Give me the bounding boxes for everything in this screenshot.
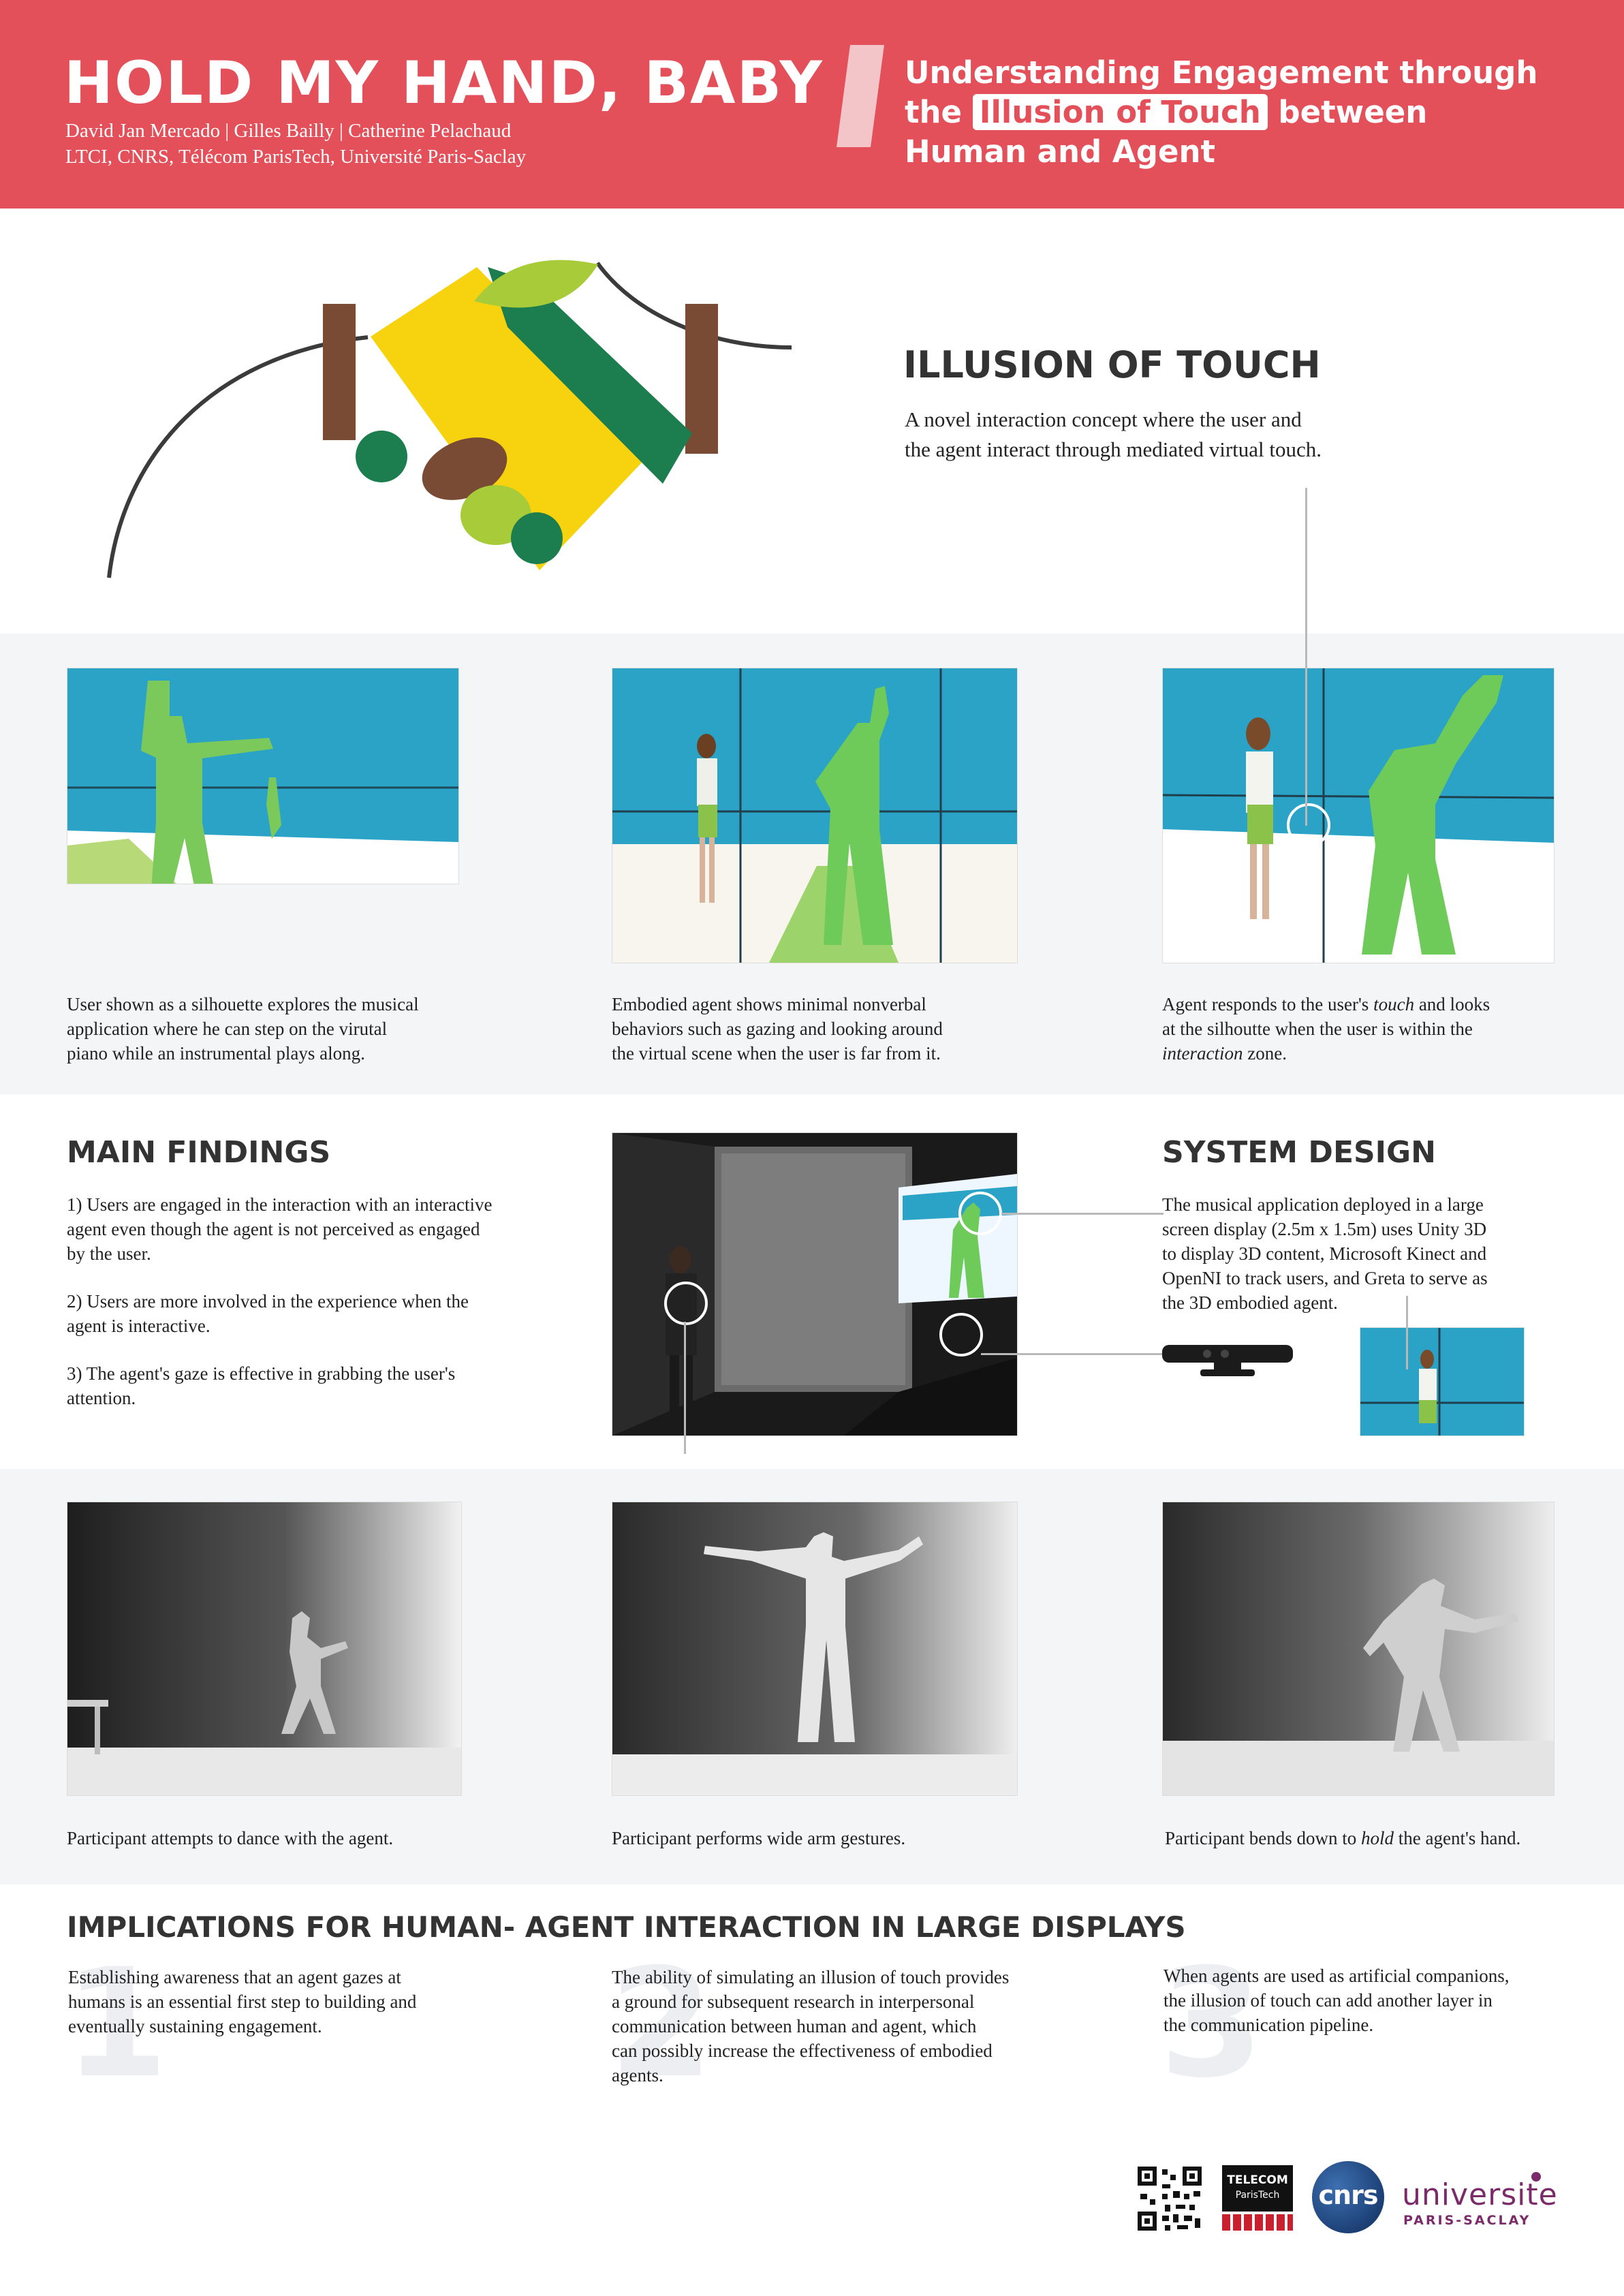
caption-em: hold <box>1360 1828 1394 1848</box>
subtitle-line-1: Understanding Engagement through <box>905 55 1538 91</box>
illusion-text: A novel interaction concept where the us… <box>905 405 1322 465</box>
illusion-heading: ILLUSION OF TOUCH <box>903 343 1321 386</box>
caption-line: Embodied agent shows minimal nonverbal <box>612 994 926 1014</box>
implication-line: a ground for subsequent research in inte… <box>612 1991 975 2012</box>
connector-line <box>684 1322 686 1454</box>
finding-line: 1) Users are engaged in the interaction … <box>67 1194 493 1215</box>
depth-caption-2: Participant performs wide arm gestures. <box>612 1828 906 1848</box>
finding-line: 3) The agent's gaze is effective in grab… <box>67 1363 456 1384</box>
system-text: The musical application deployed in a la… <box>1162 1192 1488 1315</box>
affiliation: LTCI, CNRS, Télécom ParisTech, Universit… <box>65 146 527 168</box>
caption-line: the virtual scene when the user is far f… <box>612 1043 941 1064</box>
screen-photo-1 <box>67 668 459 884</box>
implication-1: Establishing awareness that an agent gaz… <box>68 1965 416 2038</box>
implication-line: humans is an essential first step to bui… <box>68 1991 417 2012</box>
logo-text: cnrs <box>1318 2180 1379 2210</box>
caption-line: at the silhoutte when the user is within… <box>1162 1019 1473 1039</box>
caption-text: Participant bends down to <box>1165 1828 1361 1848</box>
screen-caption-1: User shown as a silhouette explores the … <box>67 992 419 1066</box>
connector-line <box>981 1353 1164 1355</box>
depth-caption-3: Participant bends down to hold the agent… <box>1165 1826 1520 1850</box>
implication-line: can possibly increase the effectiveness … <box>612 2041 993 2061</box>
implication-3: When agents are used as artificial compa… <box>1164 1964 1510 2037</box>
subtitle-highlight: Illusion of Touch <box>972 94 1268 130</box>
depth-photo-1 <box>67 1502 462 1796</box>
depth-photo-2 <box>612 1502 1018 1796</box>
poster-title: HOLD MY HAND, BABY <box>64 49 824 117</box>
logo-block <box>1222 2165 1293 2212</box>
illusion-text-line: the agent interact through mediated virt… <box>905 437 1322 461</box>
caption-text: zone. <box>1243 1043 1287 1064</box>
cnrs-logo: cnrs <box>1312 2161 1384 2233</box>
system-line: to display 3D content, Microsoft Kinect … <box>1162 1243 1487 1264</box>
slash-mark <box>837 45 884 147</box>
caption-line: behaviors such as gazing and looking aro… <box>612 1019 943 1039</box>
finding-2: 2) Users are more involved in the experi… <box>67 1289 469 1338</box>
caption-em: touch <box>1373 994 1415 1014</box>
finding-line: agent even though the agent is not perce… <box>67 1219 480 1239</box>
screen-photo-2 <box>612 668 1018 963</box>
illusion-text-line: A novel interaction concept where the us… <box>905 407 1302 431</box>
room-photo <box>612 1132 1018 1436</box>
caption-line: interaction zone. <box>1162 1041 1490 1066</box>
system-line: screen display (2.5m x 1.5m) uses Unity … <box>1162 1219 1487 1239</box>
implication-line: the illusion of touch can add another la… <box>1164 1990 1493 2011</box>
system-line: The musical application deployed in a la… <box>1162 1194 1484 1215</box>
finding-line: by the user. <box>67 1243 151 1264</box>
logo-text: ParisTech <box>1235 2190 1280 2201</box>
connector-line <box>1305 488 1307 826</box>
findings-heading: MAIN FINDINGS <box>67 1135 331 1170</box>
hands-illustration <box>107 260 792 578</box>
implication-line: When agents are used as artificial compa… <box>1164 1966 1510 1986</box>
implication-line: The ability of simulating an illusion of… <box>612 1967 1010 1987</box>
system-heading: SYSTEM DESIGN <box>1162 1135 1436 1170</box>
system-line: the 3D embodied agent. <box>1162 1292 1338 1313</box>
depth-photo-3 <box>1162 1502 1555 1796</box>
authors: David Jan Mercado | Gilles Bailly | Cath… <box>65 120 512 142</box>
screen-photo-3 <box>1162 668 1555 963</box>
screen-caption-3: Agent responds to the user's touch and l… <box>1162 992 1490 1066</box>
implication-line: communication between human and agent, w… <box>612 2016 977 2036</box>
caption-text: Agent responds to the user's <box>1162 994 1374 1014</box>
implication-line: the communication pipeline. <box>1164 2015 1374 2035</box>
connector-line <box>1001 1213 1164 1215</box>
paris-saclay-logo-text: PARIS-SACLAY <box>1403 2213 1531 2228</box>
caption-line: User shown as a silhouette explores the … <box>67 994 419 1014</box>
subtitle-line-2: the Illusion of Touch between <box>905 94 1427 130</box>
implication-2: The ability of simulating an illusion of… <box>612 1965 1009 2088</box>
subtitle-line-3: Human and Agent <box>905 134 1216 170</box>
screen-caption-2: Embodied agent shows minimal nonverbal b… <box>612 992 943 1066</box>
subtitle-text: the <box>905 94 963 130</box>
connector-line <box>1406 1296 1408 1369</box>
finding-3: 3) The agent's gaze is effective in grab… <box>67 1361 455 1410</box>
caption-line: application where he can step on the vir… <box>67 1019 388 1039</box>
system-line: OpenNI to track users, and Greta to serv… <box>1162 1268 1488 1288</box>
implication-line: eventually sustaining engagement. <box>68 2016 322 2036</box>
finding-line: attention. <box>67 1388 136 1408</box>
finding-1: 1) Users are engaged in the interaction … <box>67 1192 493 1266</box>
caption-line: Agent responds to the user's touch and l… <box>1162 992 1490 1017</box>
telecom-paristech-logo: TELECOM ParisTech <box>1222 2165 1293 2232</box>
logo-stripe <box>1222 2214 1293 2231</box>
depth-caption-1: Participant attempts to dance with the a… <box>67 1828 394 1848</box>
subtitle-text: between <box>1278 94 1428 130</box>
finding-line: 2) Users are more involved in the experi… <box>67 1291 469 1312</box>
caption-text: the agent's hand. <box>1393 1828 1521 1848</box>
caption-line: piano while an instrumental plays along. <box>67 1043 365 1064</box>
kinect-sensor-icon <box>1162 1345 1293 1376</box>
universite-dot-icon <box>1531 2172 1541 2182</box>
implication-line: agents. <box>612 2065 663 2085</box>
caption-text: and looks <box>1414 994 1490 1014</box>
logo-text: TELECOM <box>1227 2173 1288 2187</box>
qr-code-icon <box>1135 2164 1204 2233</box>
finding-line: agent is interactive. <box>67 1316 210 1336</box>
agent-thumbnail <box>1360 1327 1525 1436</box>
implication-line: Establishing awareness that an agent gaz… <box>68 1967 401 1987</box>
caption-em: interaction <box>1162 1043 1243 1064</box>
